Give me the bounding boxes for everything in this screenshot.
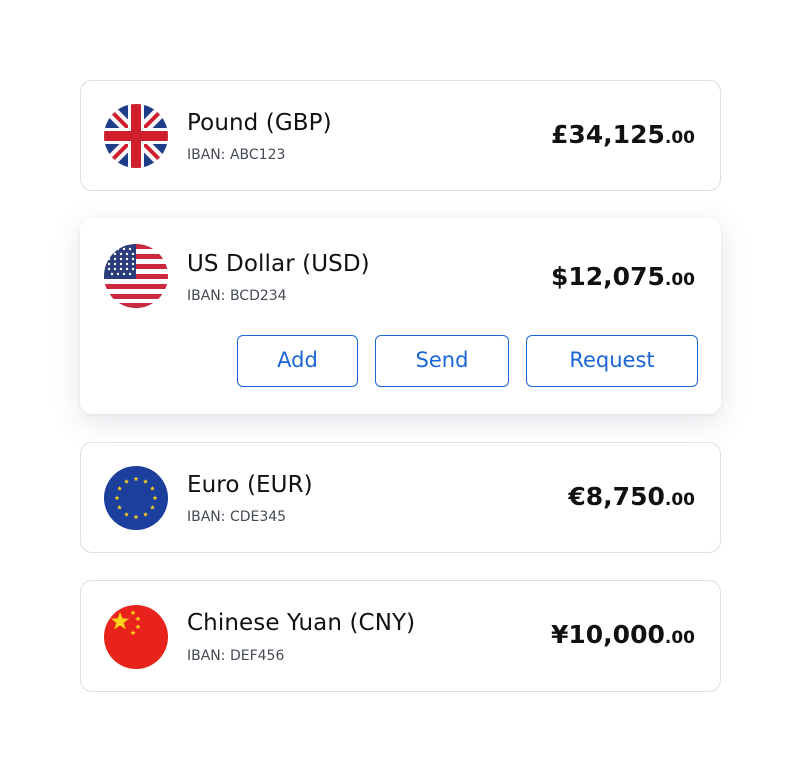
send-button[interactable]: Send <box>375 335 509 387</box>
account-name: Chinese Yuan (CNY) <box>187 610 416 636</box>
account-balance: €8,750.00 <box>568 482 695 511</box>
balance-minor: .00 <box>664 128 695 148</box>
account-iban: IBAN: DEF456 <box>187 648 285 664</box>
account-name: Pound (GBP) <box>187 110 332 136</box>
account-iban: IBAN: BCD234 <box>187 288 287 304</box>
account-card-eur[interactable]: Euro (EUR) IBAN: CDE345 €8,750.00 <box>80 442 721 553</box>
balance-major: ¥10,000 <box>551 620 665 649</box>
account-iban: IBAN: ABC123 <box>187 147 286 163</box>
balance-major: €8,750 <box>568 482 665 511</box>
account-balance: ¥10,000.00 <box>551 620 695 649</box>
balance-minor: .00 <box>664 270 695 290</box>
account-name: US Dollar (USD) <box>187 251 370 277</box>
account-card-usd[interactable]: US Dollar (USD) IBAN: BCD234 $12,075.00 … <box>80 218 721 414</box>
account-card-gbp[interactable]: Pound (GBP) IBAN: ABC123 £34,125.00 <box>80 80 721 191</box>
china-flag-icon <box>104 605 168 669</box>
us-flag-icon <box>104 244 168 308</box>
uk-flag-icon <box>104 104 168 168</box>
request-button[interactable]: Request <box>526 335 698 387</box>
balance-major: £34,125 <box>551 120 665 149</box>
eu-flag-icon <box>104 466 168 530</box>
account-balance: $12,075.00 <box>551 262 695 291</box>
balance-minor: .00 <box>664 490 695 510</box>
balance-minor: .00 <box>664 628 695 648</box>
add-button[interactable]: Add <box>237 335 358 387</box>
balance-major: $12,075 <box>551 262 665 291</box>
account-card-cny[interactable]: Chinese Yuan (CNY) IBAN: DEF456 ¥10,000.… <box>80 580 721 692</box>
account-balance: £34,125.00 <box>551 120 695 149</box>
account-iban: IBAN: CDE345 <box>187 509 287 525</box>
account-name: Euro (EUR) <box>187 472 313 498</box>
